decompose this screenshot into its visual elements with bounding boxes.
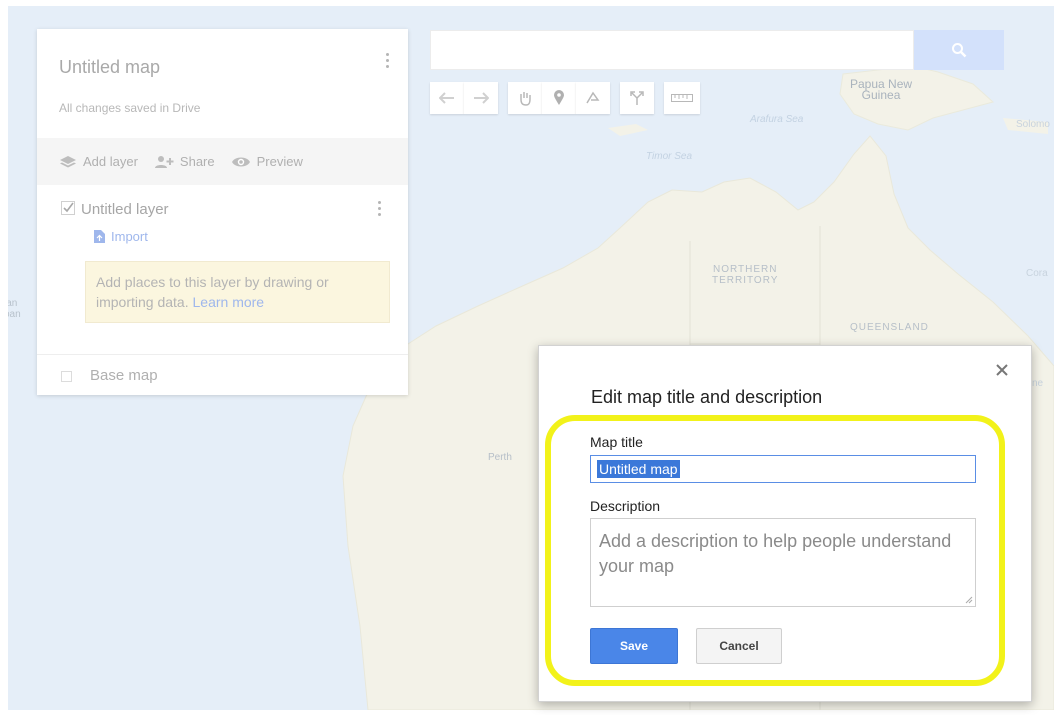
- map-title-input[interactable]: Untitled map: [590, 455, 976, 483]
- directions-icon: [630, 91, 644, 105]
- layer-options-icon[interactable]: [376, 201, 382, 221]
- import-link[interactable]: Import: [94, 229, 148, 244]
- panel-divider: [37, 354, 408, 355]
- redo-button[interactable]: [464, 82, 498, 114]
- map-label-timor-sea: Timor Sea: [646, 151, 693, 162]
- map-label-coral: Cora: [1026, 268, 1048, 279]
- description-input[interactable]: Add a description to help people underst…: [590, 518, 976, 607]
- undo-button[interactable]: [430, 82, 464, 114]
- base-map-label[interactable]: Base map: [90, 367, 158, 384]
- close-icon[interactable]: [995, 363, 1009, 377]
- measure-button[interactable]: [664, 82, 700, 114]
- map-title-label: Map title: [590, 434, 643, 450]
- map-label-papua: Papua New Guinea: [850, 77, 913, 102]
- draw-line-button[interactable]: [576, 82, 610, 114]
- share-button[interactable]: Share: [154, 154, 215, 169]
- map-label-arafura-sea: Arafura Sea: [750, 114, 804, 125]
- panel-toolbar: Add layer Share Preview: [37, 138, 408, 185]
- directions-button[interactable]: [620, 82, 654, 114]
- map-title[interactable]: Untitled map: [59, 57, 160, 78]
- learn-more-link[interactable]: Learn more: [193, 294, 265, 310]
- file-icon: [94, 230, 105, 243]
- layer-name[interactable]: Untitled layer: [81, 201, 169, 218]
- map-label-edge: lan oan: [8, 298, 21, 320]
- import-label: Import: [111, 229, 148, 244]
- layer-checkbox[interactable]: [61, 201, 75, 215]
- map-label-northern-territory: NORTHERN TERRITORY: [712, 264, 779, 286]
- map-label-ne: ne: [1032, 378, 1044, 389]
- share-label: Share: [179, 154, 215, 169]
- draw-line-icon: [586, 91, 600, 104]
- hand-icon: [520, 92, 531, 106]
- add-layer-button[interactable]: Add layer: [59, 154, 138, 169]
- add-person-icon: [154, 155, 174, 168]
- add-layer-label: Add layer: [83, 154, 138, 169]
- layer-hint: Add places to this layer by drawing or i…: [85, 261, 390, 323]
- search-input[interactable]: [430, 30, 914, 70]
- map-title-selected-text: Untitled map: [597, 460, 680, 478]
- map-panel: Untitled map All changes saved in Drive …: [37, 29, 408, 395]
- marker-icon: [554, 90, 564, 105]
- map-label-solomon: Solomo: [1016, 119, 1050, 130]
- select-items-button[interactable]: [508, 82, 542, 114]
- dialog-heading: Edit map title and description: [591, 387, 823, 407]
- description-placeholder: Add a description to help people underst…: [599, 531, 952, 576]
- map-label-queensland: QUEENSLAND: [850, 322, 929, 333]
- resize-handle-icon[interactable]: [965, 596, 973, 604]
- ruler-icon: [671, 94, 693, 102]
- preview-button[interactable]: Preview: [231, 154, 303, 169]
- cancel-button[interactable]: Cancel: [696, 628, 782, 664]
- map-label-perth: Perth: [488, 452, 512, 463]
- search-button[interactable]: [914, 30, 1004, 70]
- undo-icon: [439, 92, 454, 104]
- add-marker-button[interactable]: [542, 82, 576, 114]
- eye-icon: [231, 157, 250, 166]
- search-icon: [952, 43, 967, 58]
- preview-label: Preview: [256, 154, 303, 169]
- save-button[interactable]: Save: [590, 628, 678, 664]
- save-status: All changes saved in Drive: [59, 101, 201, 115]
- redo-icon: [474, 92, 489, 104]
- base-map-toggle-icon[interactable]: [61, 371, 72, 382]
- map-options-icon[interactable]: [384, 53, 390, 73]
- description-label: Description: [590, 498, 661, 514]
- layers-icon: [60, 155, 76, 167]
